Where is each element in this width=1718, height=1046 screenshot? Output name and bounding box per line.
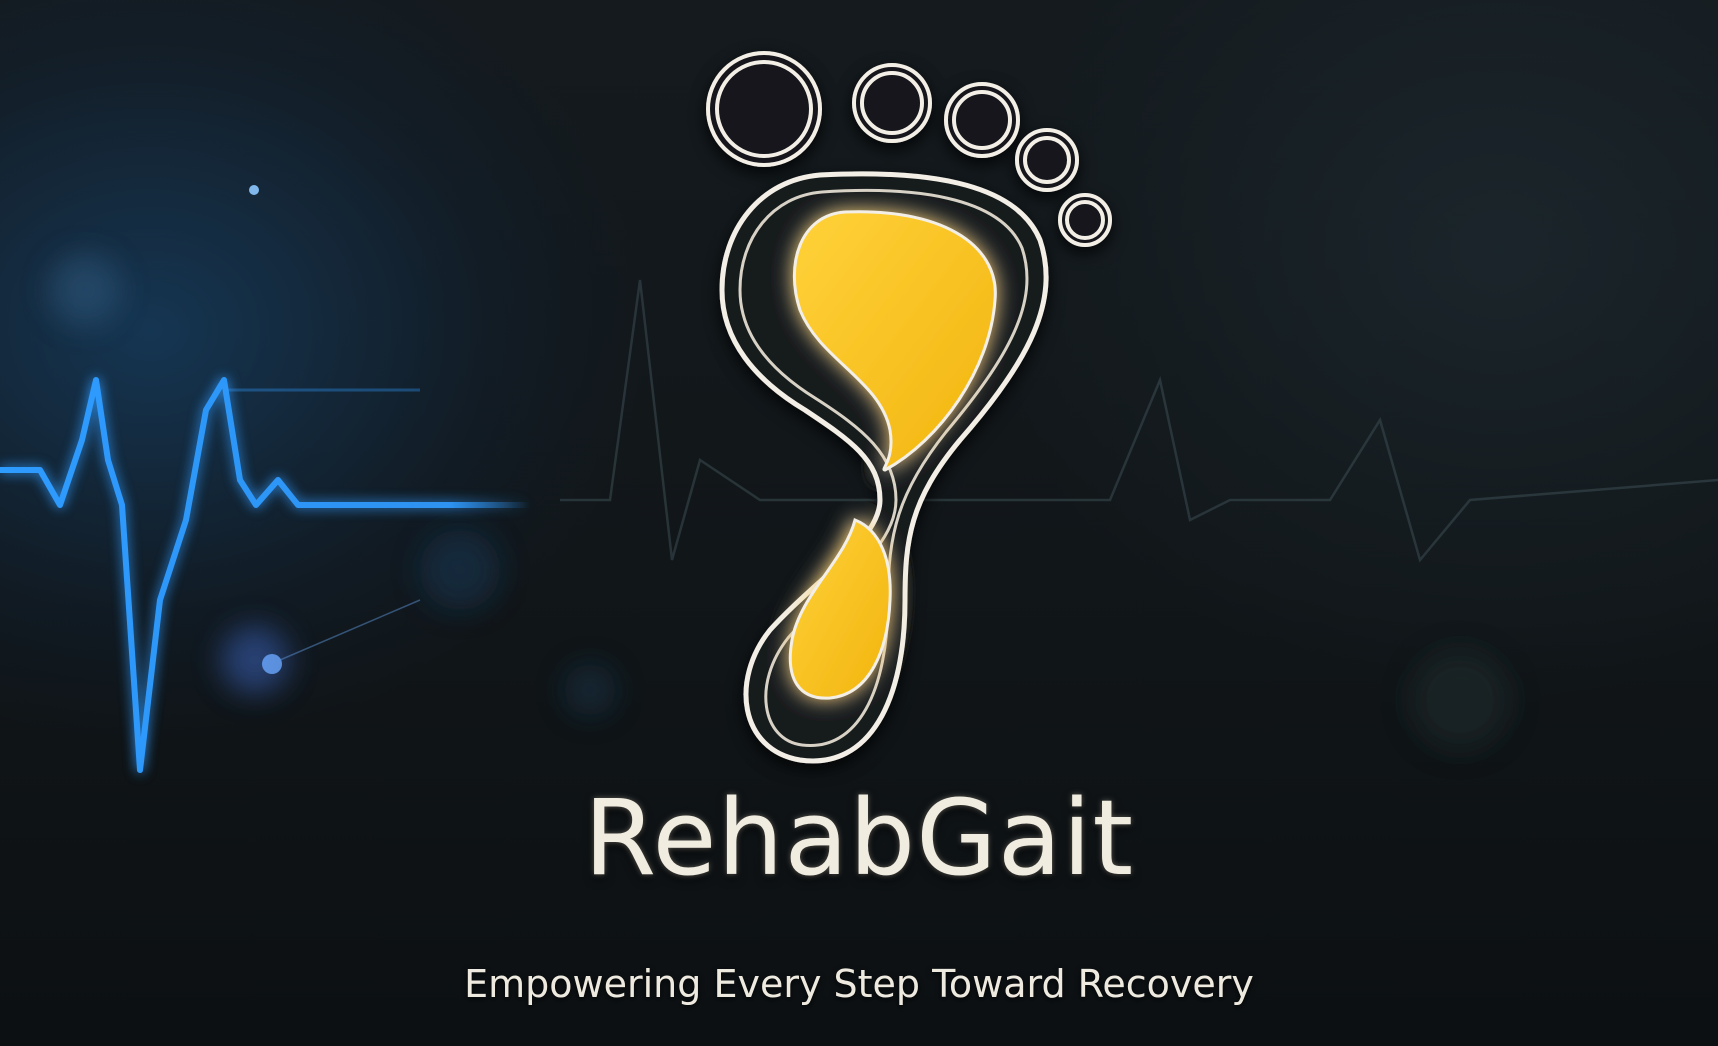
brand-name: RehabGait [583, 777, 1135, 899]
brand-tagline: Empowering Every Step Toward Recovery [464, 962, 1254, 1006]
splash-screen: RehabGait Empowering Every Step Toward R… [0, 0, 1718, 1046]
